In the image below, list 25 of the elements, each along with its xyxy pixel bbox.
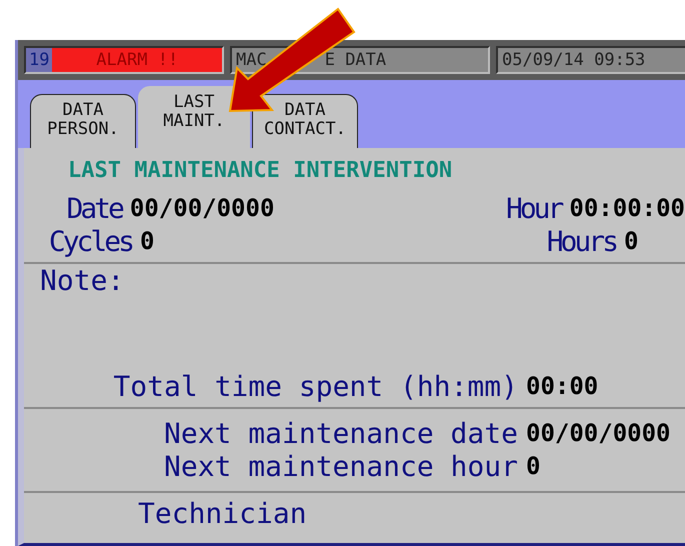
tab[interactable]: DATA PERSON. bbox=[30, 94, 136, 148]
tab[interactable]: DATA CONTACT. bbox=[252, 94, 358, 148]
field-value: 0 bbox=[526, 451, 540, 482]
alarm-text: ALARM !! bbox=[52, 48, 222, 72]
field-value: 00/00/0000 bbox=[526, 418, 670, 449]
total-time-value: 00:00 bbox=[526, 371, 598, 402]
field-value: 0 bbox=[624, 226, 638, 257]
field-label: Hours bbox=[546, 225, 616, 258]
screen-title-text: MAC bbox=[236, 49, 267, 72]
date-time: 05/09/14 09:53 bbox=[502, 49, 646, 72]
screen-title-text: E DATA bbox=[324, 49, 386, 72]
field-label: Next maintenance hour bbox=[164, 450, 518, 483]
field-value: 0 bbox=[140, 226, 156, 257]
alarm-count: 19 bbox=[26, 48, 52, 72]
technician-label: Technician bbox=[138, 497, 307, 530]
field-value: 00:00:00 bbox=[569, 193, 685, 224]
tab[interactable]: LAST MAINT. bbox=[138, 86, 250, 148]
section-title: LAST MAINTENANCE INTERVENTION bbox=[67, 157, 454, 185]
field-label: Hour bbox=[506, 192, 562, 225]
field-label: Date bbox=[66, 192, 122, 225]
note-label: Note: bbox=[40, 264, 124, 297]
field-value: 00/00/0000 bbox=[130, 193, 276, 224]
total-time-label: Total time spent (hh:mm) bbox=[113, 370, 518, 403]
field-label: Next maintenance date bbox=[164, 417, 518, 450]
field-label: Cycles bbox=[48, 225, 132, 258]
